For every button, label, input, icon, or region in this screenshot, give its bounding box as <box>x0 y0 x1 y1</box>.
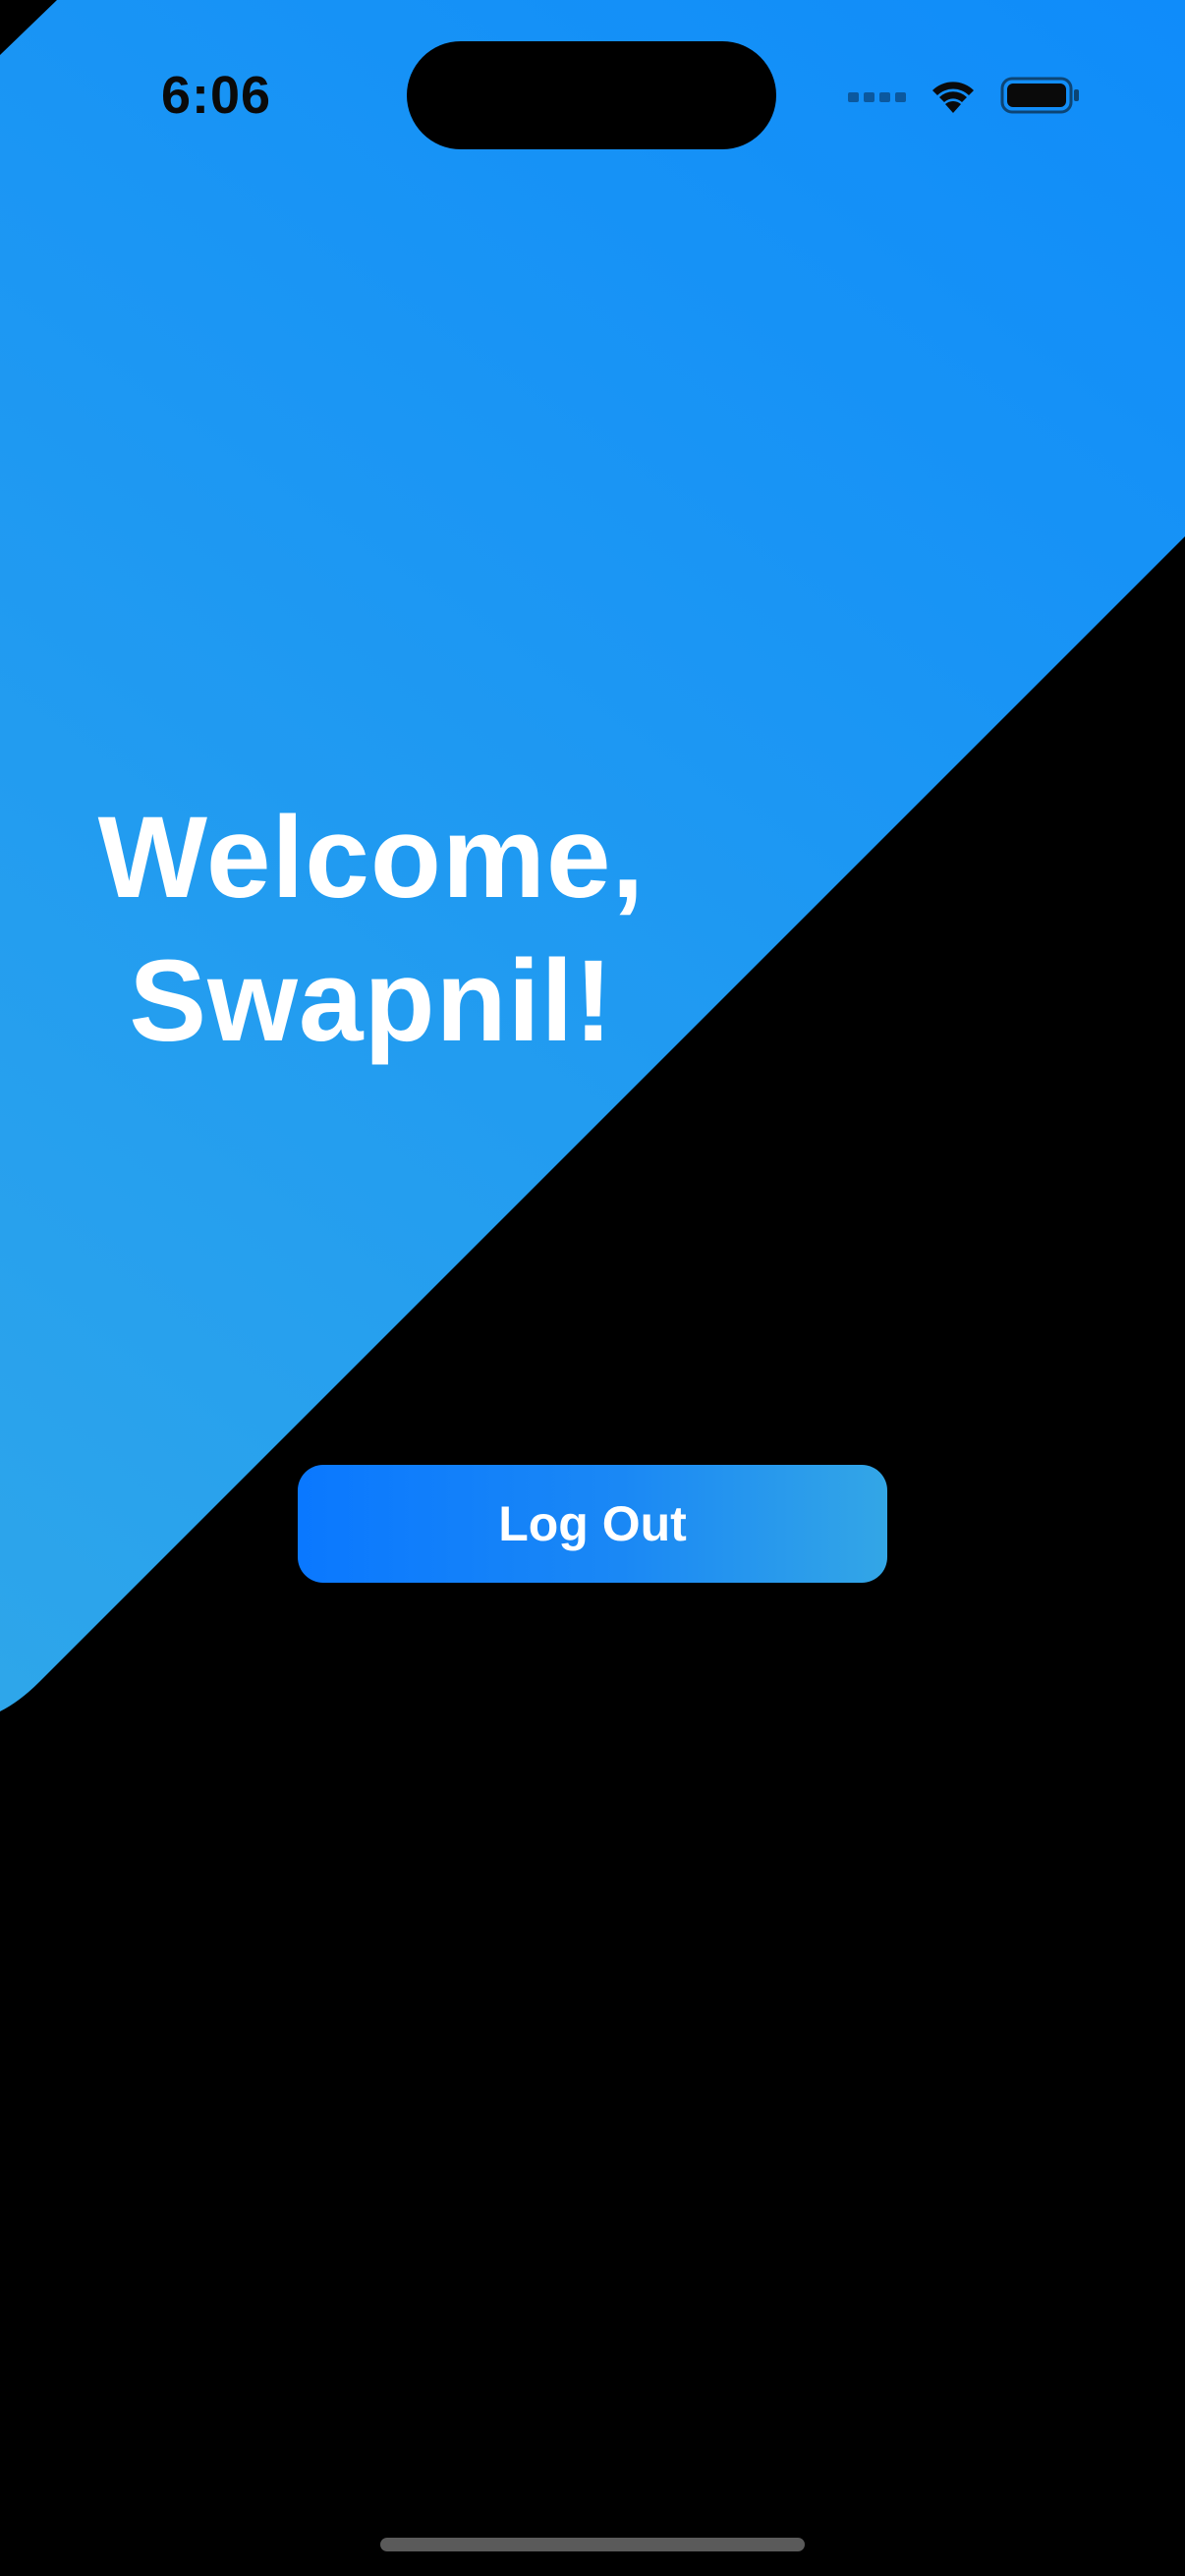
app-screen: 6:06 Welcome, Swapnil! Log Out <box>0 0 1185 2576</box>
status-bar-icons <box>848 71 1081 120</box>
status-bar-time: 6:06 <box>160 66 272 125</box>
battery-icon <box>1000 75 1081 116</box>
background-gradient-shape <box>0 0 1185 1711</box>
home-indicator[interactable] <box>380 2538 805 2551</box>
wifi-icon <box>928 76 979 115</box>
log-out-button[interactable]: Log Out <box>298 1465 887 1583</box>
welcome-greeting: Welcome, <box>97 793 646 923</box>
welcome-user-name: Swapnil! <box>129 936 614 1066</box>
log-out-button-label: Log Out <box>498 1496 687 1551</box>
welcome-heading: Welcome, Swapnil! <box>28 786 715 1073</box>
cellular-signal-icon <box>848 88 906 102</box>
dynamic-island <box>407 41 776 149</box>
